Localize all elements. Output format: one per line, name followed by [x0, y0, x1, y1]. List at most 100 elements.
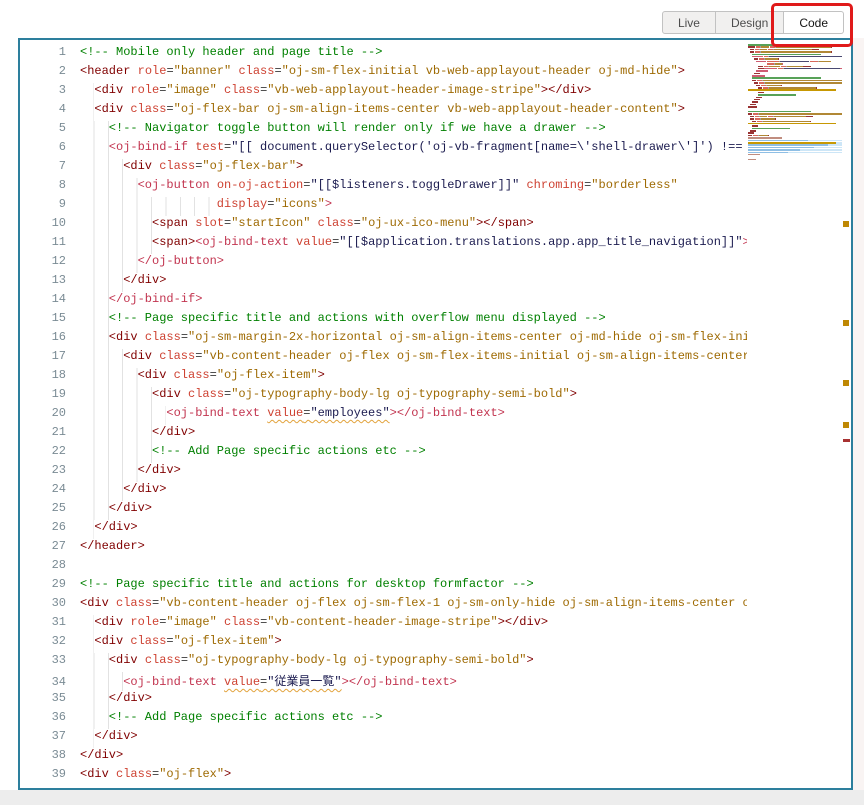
code-editor[interactable]: 1<!-- Mobile only header and page title …	[18, 38, 853, 790]
minimap-token	[831, 46, 832, 48]
code-line[interactable]: 22<!-- Add Page specific actions etc -->	[20, 444, 747, 463]
minimap-token	[752, 77, 821, 79]
code-line[interactable]: 21</div>	[20, 425, 747, 444]
minimap-token	[819, 61, 831, 63]
overview-ruler[interactable]	[842, 40, 851, 788]
code-line[interactable]: 13</div>	[20, 273, 747, 292]
code-token: role	[130, 615, 159, 629]
minimap-line	[748, 132, 842, 134]
minimap-indent	[748, 87, 758, 89]
code-token: </oj-bind-if>	[109, 292, 203, 306]
code-token: class	[224, 615, 260, 629]
code-line[interactable]: 23</div>	[20, 463, 747, 482]
code-token: <div	[152, 387, 181, 401]
code-line[interactable]: 18<div class="oj-flex-item">	[20, 368, 747, 387]
line-number: 33	[20, 653, 80, 667]
code-line[interactable]: 17<div class="vb-content-header oj-flex …	[20, 349, 747, 368]
code-line[interactable]: 31<div role="image" class="vb-content-he…	[20, 615, 747, 634]
minimap[interactable]	[748, 44, 842, 161]
code-token: class	[188, 387, 224, 401]
code-token: <div	[94, 634, 123, 648]
code-line[interactable]: 33<div class="oj-typography-body-lg oj-t…	[20, 653, 747, 672]
code-line[interactable]: 4<div class="oj-flex-bar oj-sm-align-ite…	[20, 102, 747, 121]
code-viewport[interactable]: 1<!-- Mobile only header and page title …	[20, 40, 747, 788]
code-line[interactable]: 32<div class="oj-flex-item">	[20, 634, 747, 653]
code-line[interactable]: 35</div>	[20, 691, 747, 710]
minimap-line	[748, 106, 842, 108]
design-button[interactable]: Design	[716, 11, 784, 34]
minimap-token	[775, 118, 776, 120]
code-button[interactable]: Code	[784, 11, 844, 34]
line-number: 4	[20, 102, 80, 116]
right-rail	[853, 38, 864, 790]
code-token: "oj-sm-flex-initial vb-web-applayout-hea…	[282, 64, 678, 78]
line-number: 29	[20, 577, 80, 591]
line-number: 12	[20, 254, 80, 268]
code-token: <!-- Mobile only header and page title -…	[80, 45, 382, 59]
line-number: 10	[20, 216, 80, 230]
code-line[interactable]: 5<!-- Navigator toggle button will rende…	[20, 121, 747, 140]
minimap-token	[761, 46, 769, 48]
code-token: =	[166, 64, 173, 78]
live-button[interactable]: Live	[662, 11, 716, 34]
minimap-indent	[748, 70, 756, 72]
code-token: ></oj-bind-text>	[390, 406, 505, 420]
code-line[interactable]: 34<oj-bind-text value="従業員一覧"></oj-bind-…	[20, 672, 747, 691]
indent-guide	[80, 520, 94, 539]
indent-guide	[80, 729, 94, 748]
code-line[interactable]: 10<span slot="startIcon" class="oj-ux-ic…	[20, 216, 747, 235]
code-line[interactable]: 38</div>	[20, 748, 747, 767]
minimap-token	[752, 75, 765, 77]
code-line[interactable]: 20<oj-bind-text value="employees"></oj-b…	[20, 406, 747, 425]
minimap-line	[748, 142, 842, 144]
code-token: "oj-ux-ico-menu"	[361, 216, 476, 230]
code-line[interactable]: 37</div>	[20, 729, 747, 748]
code-line[interactable]: 12</oj-button>	[20, 254, 747, 273]
minimap-indent	[748, 68, 758, 70]
line-number: 38	[20, 748, 80, 762]
minimap-indent	[748, 97, 756, 99]
code-line[interactable]: 3<div role="image" class="vb-web-applayo…	[20, 83, 747, 102]
code-line[interactable]: 15<!-- Page specific title and actions w…	[20, 311, 747, 330]
code-line[interactable]: 26</div>	[20, 520, 747, 539]
minimap-line	[748, 147, 842, 149]
code-line[interactable]: 7<div class="oj-flex-bar">	[20, 159, 747, 178]
indent-guide	[80, 330, 109, 349]
minimap-token	[759, 113, 842, 115]
minimap-token	[748, 106, 757, 108]
code-token: "image"	[166, 615, 216, 629]
code-token: <oj-button	[138, 178, 210, 192]
code-line[interactable]: 2<header role="banner" class="oj-sm-flex…	[20, 64, 747, 83]
code-token: class	[174, 368, 210, 382]
minimap-token	[748, 152, 788, 154]
code-line[interactable]: 30<div class="vb-content-header oj-flex …	[20, 596, 747, 615]
code-line[interactable]: 24</div>	[20, 482, 747, 501]
code-line[interactable]: 9display="icons">	[20, 197, 747, 216]
minimap-line	[748, 94, 842, 96]
line-number: 2	[20, 64, 80, 78]
code-line[interactable]: 6<oj-bind-if test="[[ document.querySele…	[20, 140, 747, 159]
code-token: </div>	[152, 425, 195, 439]
minimap-line	[748, 51, 842, 53]
code-line[interactable]: 19<div class="oj-typography-body-lg oj-t…	[20, 387, 747, 406]
code-line[interactable]: 14</oj-bind-if>	[20, 292, 747, 311]
code-line[interactable]: 28	[20, 558, 747, 577]
code-line[interactable]: 25</div>	[20, 501, 747, 520]
code-line[interactable]: 8<oj-button on-oj-action="[[$listeners.t…	[20, 178, 747, 197]
minimap-token	[748, 140, 808, 142]
code-token: "oj-flex-bar oj-sm-align-items-center vb…	[174, 102, 678, 116]
code-token: "oj-flex"	[159, 767, 224, 781]
code-line[interactable]: 27</header>	[20, 539, 747, 558]
minimap-line	[748, 70, 842, 72]
code-line[interactable]: 11<span><oj-bind-text value="[[$applicat…	[20, 235, 747, 254]
code-token: =	[210, 368, 217, 382]
code-line[interactable]: 16<div class="oj-sm-margin-2x-horizontal…	[20, 330, 747, 349]
code-line[interactable]: 29<!-- Page specific title and actions f…	[20, 577, 747, 596]
code-line[interactable]: 39<div class="oj-flex">	[20, 767, 747, 786]
indent-guide	[80, 197, 217, 216]
indent-guide	[80, 691, 109, 710]
code-line[interactable]: 1<!-- Mobile only header and page title …	[20, 45, 747, 64]
code-token: chroming	[526, 178, 584, 192]
minimap-line	[748, 75, 842, 77]
code-line[interactable]: 36<!-- Add Page specific actions etc -->	[20, 710, 747, 729]
